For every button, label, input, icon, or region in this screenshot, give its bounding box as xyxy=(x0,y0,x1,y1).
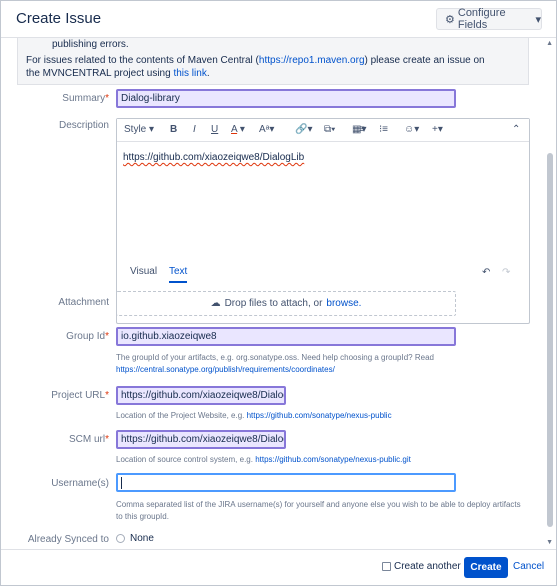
radio-none[interactable]: None xyxy=(116,533,154,544)
bullet-list-icon[interactable]: ≡ xyxy=(359,124,365,135)
browse-link[interactable]: browse. xyxy=(326,298,361,309)
create-another-label: Create another xyxy=(394,561,461,572)
attachment-label: Attachment xyxy=(58,297,109,308)
text-color-button[interactable]: A ▾ xyxy=(231,124,245,135)
usernames-input[interactable] xyxy=(116,473,456,492)
project-url-help: Location of the Project Website, e.g. ht… xyxy=(116,411,392,420)
redo-icon[interactable]: ↷ xyxy=(502,267,510,278)
usernames-help: Comma separated list of the JIRA usernam… xyxy=(116,500,521,521)
attachment-dropzone[interactable]: ☁ Drop files to attach, or browse. xyxy=(116,291,456,316)
notice-box: publishing errors. For issues related to… xyxy=(17,38,529,85)
dialog-body[interactable]: publishing errors. For issues related to… xyxy=(1,38,556,549)
dialog-footer: Create another Create Cancel xyxy=(1,549,556,585)
radio-none-label: None xyxy=(130,533,154,544)
summary-label: Summary* xyxy=(62,93,109,104)
group-id-label: Group Id* xyxy=(66,331,109,342)
gear-icon: ⚙ xyxy=(445,13,455,26)
dialog-title: Create Issue xyxy=(16,10,102,27)
editor-content[interactable]: https://github.com/xiaozeiqwe8/DialogLib xyxy=(123,152,304,163)
drop-text: Drop files to attach, or xyxy=(224,298,323,309)
project-url-input[interactable]: https://github.com/xiaozeiqwe8/Dialog xyxy=(116,386,286,405)
italic-button[interactable]: I xyxy=(193,124,196,135)
numbered-list-icon[interactable]: ⁝≡ xyxy=(379,124,388,135)
summary-input[interactable]: Dialog-library xyxy=(116,89,456,108)
text-caret xyxy=(121,477,122,489)
this-link[interactable]: this link xyxy=(173,68,206,79)
scm-url-input[interactable]: https://github.com/xiaozeiqwe8/Dialog xyxy=(116,430,286,449)
repo-link[interactable]: https://repo1.maven.org xyxy=(259,55,365,66)
coordinates-link[interactable]: https://central.sonatype.org/publish/req… xyxy=(116,365,335,374)
nexus-public-link[interactable]: https://github.com/sonatype/nexus-public xyxy=(247,411,392,420)
editor-tabs: Visual Text ↶ ↷ xyxy=(117,262,529,286)
notice-line1: publishing errors. xyxy=(52,39,129,50)
tab-text[interactable]: Text xyxy=(169,266,188,283)
create-issue-dialog: Create Issue ⚙ Configure Fields ▾ publis… xyxy=(0,0,557,586)
nexus-public-git-link[interactable]: https://github.com/sonatype/nexus-public… xyxy=(255,455,411,464)
description-label: Description xyxy=(58,120,109,131)
upload-cloud-icon: ☁ xyxy=(210,298,221,309)
usernames-label: Username(s) xyxy=(51,478,109,489)
cancel-link[interactable]: Cancel xyxy=(513,561,544,572)
editor-toolbar: Style ▾ B I U A ▾ Aᵃ▾ 🔗▾ ⧉▾ ▦▾ ≡ ⁝≡ ☺▾ +… xyxy=(117,119,529,142)
scrollbar-thumb[interactable] xyxy=(547,153,553,527)
emoji-icon[interactable]: ☺▾ xyxy=(404,124,419,135)
configure-fields-label: Configure Fields xyxy=(457,7,506,31)
scroll-up-arrow-icon[interactable]: ▲ xyxy=(546,40,553,47)
caret-down-icon: ▾ xyxy=(535,13,541,26)
configure-fields-button[interactable]: ⚙ Configure Fields ▾ xyxy=(436,7,542,31)
create-button[interactable]: Create xyxy=(464,557,508,578)
group-id-input[interactable]: io.github.xiaozeiqwe8 xyxy=(116,327,456,346)
underline-button[interactable]: U xyxy=(211,124,218,135)
scroll-down-arrow-icon[interactable]: ▼ xyxy=(546,539,553,546)
create-another-checkbox[interactable]: Create another xyxy=(382,561,461,572)
radio-circle-icon xyxy=(116,534,125,543)
group-id-help: The groupId of your artifacts, e.g. org.… xyxy=(116,353,434,374)
tab-visual[interactable]: Visual xyxy=(130,266,157,277)
scm-url-label: SCM url* xyxy=(68,434,109,445)
dialog-header: Create Issue ⚙ Configure Fields ▾ xyxy=(1,1,556,38)
insert-more-icon[interactable]: +▾ xyxy=(432,124,443,135)
text-effects-icon[interactable]: Aᵃ▾ xyxy=(259,124,274,135)
project-url-label: Project URL* xyxy=(51,390,109,401)
link-icon[interactable]: 🔗▾ xyxy=(295,124,312,135)
notice-line2: For issues related to the contents of Ma… xyxy=(26,55,485,79)
scm-url-help: Location of source control system, e.g. … xyxy=(116,455,411,464)
undo-icon[interactable]: ↶ xyxy=(482,267,490,278)
already-synced-label: Already Synced to xyxy=(27,534,109,545)
checkbox-icon xyxy=(382,562,391,571)
style-dropdown[interactable]: Style ▾ xyxy=(124,124,154,135)
collapse-icon[interactable]: ⌃ xyxy=(512,124,520,135)
attachment-icon[interactable]: ⧉▾ xyxy=(324,124,335,135)
bold-button[interactable]: B xyxy=(170,124,177,135)
